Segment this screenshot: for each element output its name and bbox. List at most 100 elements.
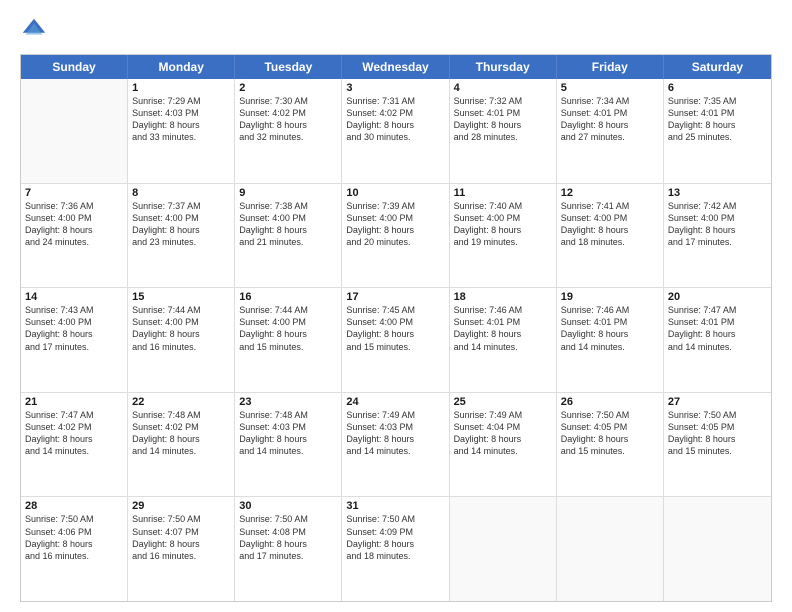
- day-info-line: Daylight: 8 hours: [132, 119, 230, 131]
- day-number: 25: [454, 396, 552, 408]
- day-info-line: and 25 minutes.: [668, 131, 767, 143]
- calendar-row-0: 1Sunrise: 7:29 AMSunset: 4:03 PMDaylight…: [21, 79, 771, 184]
- day-info-line: Sunrise: 7:50 AM: [561, 409, 659, 421]
- day-header-friday: Friday: [557, 55, 664, 79]
- calendar-cell: 18Sunrise: 7:46 AMSunset: 4:01 PMDayligh…: [450, 288, 557, 392]
- day-number: 26: [561, 396, 659, 408]
- calendar-cell: 20Sunrise: 7:47 AMSunset: 4:01 PMDayligh…: [664, 288, 771, 392]
- day-info-line: and 16 minutes.: [132, 341, 230, 353]
- calendar-cell: 3Sunrise: 7:31 AMSunset: 4:02 PMDaylight…: [342, 79, 449, 183]
- day-info-line: Sunrise: 7:41 AM: [561, 200, 659, 212]
- day-number: 29: [132, 500, 230, 512]
- day-info-line: Sunrise: 7:49 AM: [346, 409, 444, 421]
- day-info-line: Sunrise: 7:30 AM: [239, 95, 337, 107]
- day-info-line: Daylight: 8 hours: [346, 328, 444, 340]
- logo-icon: [20, 16, 48, 44]
- day-info-line: and 17 minutes.: [239, 550, 337, 562]
- day-info-line: Sunset: 4:00 PM: [561, 212, 659, 224]
- day-info-line: Sunset: 4:06 PM: [25, 526, 123, 538]
- day-number: 16: [239, 291, 337, 303]
- day-info-line: Sunrise: 7:50 AM: [132, 513, 230, 525]
- day-number: 20: [668, 291, 767, 303]
- day-info-line: Daylight: 8 hours: [561, 119, 659, 131]
- day-header-tuesday: Tuesday: [235, 55, 342, 79]
- calendar-cell: 26Sunrise: 7:50 AMSunset: 4:05 PMDayligh…: [557, 393, 664, 497]
- day-info-line: Daylight: 8 hours: [346, 119, 444, 131]
- day-info-line: Sunset: 4:00 PM: [132, 316, 230, 328]
- day-info-line: Sunset: 4:01 PM: [454, 107, 552, 119]
- calendar-cell: 8Sunrise: 7:37 AMSunset: 4:00 PMDaylight…: [128, 184, 235, 288]
- calendar-row-2: 14Sunrise: 7:43 AMSunset: 4:00 PMDayligh…: [21, 288, 771, 393]
- day-info-line: and 28 minutes.: [454, 131, 552, 143]
- day-number: 6: [668, 82, 767, 94]
- day-info-line: Sunrise: 7:34 AM: [561, 95, 659, 107]
- day-info-line: Sunset: 4:05 PM: [561, 421, 659, 433]
- day-header-sunday: Sunday: [21, 55, 128, 79]
- calendar-cell: 29Sunrise: 7:50 AMSunset: 4:07 PMDayligh…: [128, 497, 235, 601]
- day-info-line: Daylight: 8 hours: [561, 328, 659, 340]
- day-number: 22: [132, 396, 230, 408]
- day-info-line: Sunrise: 7:39 AM: [346, 200, 444, 212]
- calendar-cell: 6Sunrise: 7:35 AMSunset: 4:01 PMDaylight…: [664, 79, 771, 183]
- calendar-cell: 10Sunrise: 7:39 AMSunset: 4:00 PMDayligh…: [342, 184, 449, 288]
- calendar-cell: 22Sunrise: 7:48 AMSunset: 4:02 PMDayligh…: [128, 393, 235, 497]
- day-info-line: Sunset: 4:00 PM: [132, 212, 230, 224]
- day-info-line: Sunset: 4:00 PM: [25, 316, 123, 328]
- day-info-line: Sunrise: 7:44 AM: [132, 304, 230, 316]
- day-number: 13: [668, 187, 767, 199]
- calendar-cell: 24Sunrise: 7:49 AMSunset: 4:03 PMDayligh…: [342, 393, 449, 497]
- calendar-cell: 21Sunrise: 7:47 AMSunset: 4:02 PMDayligh…: [21, 393, 128, 497]
- day-info-line: Sunset: 4:01 PM: [668, 107, 767, 119]
- day-info-line: Sunset: 4:01 PM: [561, 107, 659, 119]
- day-info-line: Sunrise: 7:45 AM: [346, 304, 444, 316]
- calendar-cell: 2Sunrise: 7:30 AMSunset: 4:02 PMDaylight…: [235, 79, 342, 183]
- day-info-line: Sunset: 4:09 PM: [346, 526, 444, 538]
- day-info-line: Daylight: 8 hours: [346, 433, 444, 445]
- day-info-line: Daylight: 8 hours: [668, 433, 767, 445]
- day-info-line: Sunrise: 7:50 AM: [25, 513, 123, 525]
- day-info-line: and 20 minutes.: [346, 236, 444, 248]
- calendar-row-4: 28Sunrise: 7:50 AMSunset: 4:06 PMDayligh…: [21, 497, 771, 601]
- day-info-line: Daylight: 8 hours: [239, 433, 337, 445]
- day-header-saturday: Saturday: [664, 55, 771, 79]
- calendar-row-1: 7Sunrise: 7:36 AMSunset: 4:00 PMDaylight…: [21, 184, 771, 289]
- calendar-cell: 5Sunrise: 7:34 AMSunset: 4:01 PMDaylight…: [557, 79, 664, 183]
- day-info-line: and 17 minutes.: [668, 236, 767, 248]
- calendar-cell: 23Sunrise: 7:48 AMSunset: 4:03 PMDayligh…: [235, 393, 342, 497]
- day-info-line: Sunrise: 7:47 AM: [668, 304, 767, 316]
- day-info-line: Sunset: 4:03 PM: [239, 421, 337, 433]
- day-number: 28: [25, 500, 123, 512]
- day-number: 4: [454, 82, 552, 94]
- day-info-line: Daylight: 8 hours: [239, 119, 337, 131]
- day-number: 17: [346, 291, 444, 303]
- day-number: 24: [346, 396, 444, 408]
- logo: [20, 16, 52, 44]
- calendar: SundayMondayTuesdayWednesdayThursdayFrid…: [20, 54, 772, 602]
- day-info-line: and 15 minutes.: [561, 445, 659, 457]
- day-number: 5: [561, 82, 659, 94]
- day-info-line: Sunrise: 7:38 AM: [239, 200, 337, 212]
- day-number: 30: [239, 500, 337, 512]
- day-number: 1: [132, 82, 230, 94]
- day-info-line: and 21 minutes.: [239, 236, 337, 248]
- day-info-line: and 15 minutes.: [668, 445, 767, 457]
- calendar-cell: 31Sunrise: 7:50 AMSunset: 4:09 PMDayligh…: [342, 497, 449, 601]
- day-info-line: and 17 minutes.: [25, 341, 123, 353]
- calendar-cell: 13Sunrise: 7:42 AMSunset: 4:00 PMDayligh…: [664, 184, 771, 288]
- day-info-line: Sunset: 4:01 PM: [454, 316, 552, 328]
- calendar-cell: 14Sunrise: 7:43 AMSunset: 4:00 PMDayligh…: [21, 288, 128, 392]
- day-info-line: and 14 minutes.: [668, 341, 767, 353]
- day-number: 2: [239, 82, 337, 94]
- day-info-line: Daylight: 8 hours: [25, 224, 123, 236]
- day-info-line: Sunrise: 7:48 AM: [239, 409, 337, 421]
- calendar-cell: 30Sunrise: 7:50 AMSunset: 4:08 PMDayligh…: [235, 497, 342, 601]
- day-info-line: Sunset: 4:00 PM: [346, 316, 444, 328]
- day-info-line: and 30 minutes.: [346, 131, 444, 143]
- day-info-line: Sunrise: 7:42 AM: [668, 200, 767, 212]
- day-info-line: Daylight: 8 hours: [454, 328, 552, 340]
- day-info-line: Daylight: 8 hours: [668, 224, 767, 236]
- day-info-line: and 23 minutes.: [132, 236, 230, 248]
- day-info-line: Daylight: 8 hours: [454, 433, 552, 445]
- day-number: 8: [132, 187, 230, 199]
- day-info-line: Daylight: 8 hours: [561, 224, 659, 236]
